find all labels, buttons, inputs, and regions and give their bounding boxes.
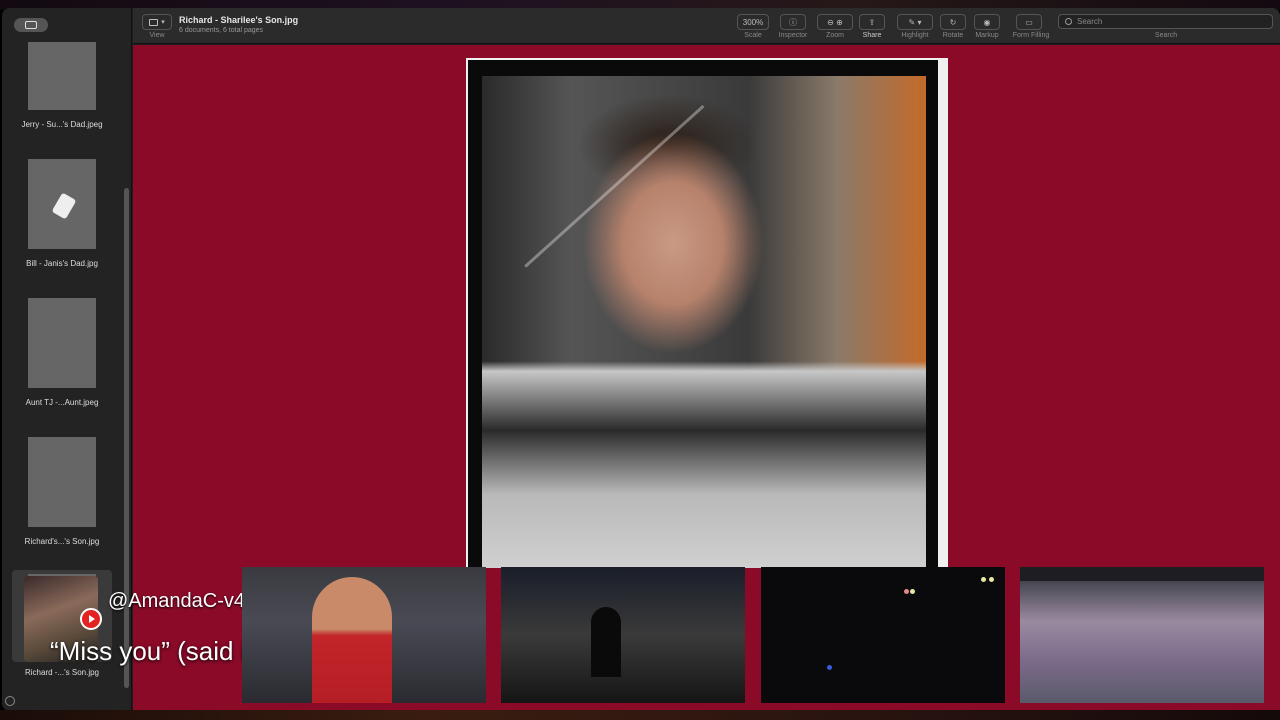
thumbnail-label: Richard's...'s Son.jpg [24, 537, 100, 546]
markup-icon: ◉ [983, 17, 991, 27]
form-filling-label: Form Filling [1012, 32, 1050, 39]
youtube-icon [80, 608, 102, 630]
markup-button[interactable]: ◉ [974, 14, 1000, 30]
sidebar-scrollbar[interactable] [124, 188, 129, 688]
chevron-down-icon: ▾ [161, 19, 165, 26]
stream-handle: @AmandaC-v4k [108, 590, 256, 612]
screen-share-toolbar [1020, 567, 1264, 581]
inspector-label: Inspector [778, 32, 808, 39]
thumbnail-label: Jerry - Su...'s Dad.jpeg [21, 120, 103, 129]
chevron-down-icon: ▾ [917, 17, 922, 27]
highlight-button[interactable]: ✎ ▾ [897, 14, 933, 30]
thumbnail-label: Aunt TJ -...Aunt.jpeg [25, 398, 99, 407]
zoom-label: Zoom [826, 32, 844, 39]
thumbnail-image [28, 298, 96, 388]
webcam-feed-3 [761, 567, 1005, 703]
light-dot [989, 577, 994, 582]
pen-icon: ✎ [908, 17, 916, 27]
thumbnail-label: Richard -...'s Son.jpg [24, 668, 99, 677]
rotate-button[interactable]: ↻ [940, 14, 966, 30]
search-label: Search [1154, 32, 1178, 39]
zoom-out-icon[interactable]: ⊖ [827, 18, 834, 27]
document-subtitle: 6 documents, 6 total pages [179, 27, 264, 34]
light-dot [827, 665, 832, 670]
desktop-bottom-strip [0, 710, 1280, 720]
search-field[interactable] [1058, 14, 1273, 29]
light-dot [910, 589, 915, 594]
view-label: View [149, 32, 165, 39]
form-filling-button[interactable]: ▭ [1016, 14, 1042, 30]
thumbnail-bill[interactable]: Bill - Janis's Dad.jpg [12, 159, 112, 268]
webcam-feed-2 [501, 567, 745, 703]
search-icon [1065, 18, 1072, 25]
thumbnail-image [28, 437, 96, 527]
inspector-button[interactable]: ⓘ [780, 14, 806, 30]
glass-glare [524, 104, 705, 268]
document-image [466, 58, 948, 568]
streamer-figure [312, 577, 392, 703]
scale-button[interactable]: 300% [737, 14, 769, 30]
thumbnail-jerry[interactable]: Jerry - Su...'s Dad.jpeg [12, 42, 112, 129]
thumbnail-image [28, 159, 96, 249]
rotate-icon: ↻ [949, 17, 957, 27]
sidebar-view-icon [149, 18, 159, 26]
scale-label: Scale [744, 32, 762, 39]
highlight-label: Highlight [901, 32, 929, 39]
form-icon: ▭ [1025, 17, 1033, 27]
zoom-buttons[interactable]: ⊖ ⊕ [817, 14, 853, 30]
share-button[interactable]: ⇪ [859, 14, 885, 30]
zoom-in-icon[interactable]: ⊕ [836, 18, 843, 27]
webcam-feed-1 [242, 567, 486, 703]
picture-frame [468, 60, 938, 568]
sidebar-icon [25, 21, 37, 29]
thumbnail-richards-son[interactable]: Richard's...'s Son.jpg [12, 437, 112, 546]
thumbnail-label: Bill - Janis's Dad.jpg [26, 259, 98, 268]
light-dot [904, 589, 909, 594]
screen-share-feed [1020, 567, 1264, 703]
info-icon: ⓘ [789, 17, 797, 27]
thumbnail-image [28, 42, 96, 110]
document-title: Richard - Sharilee's Son.jpg [179, 15, 299, 25]
view-button[interactable]: ▾ [142, 14, 172, 30]
search-input[interactable] [1077, 17, 1257, 26]
share-label: Share [862, 32, 882, 39]
toolbar: ▾ View Richard - Sharilee's Son.jpg 6 do… [133, 8, 1280, 44]
sidebar-add-icon[interactable] [5, 696, 15, 706]
portrait-photo [482, 76, 926, 568]
share-icon: ⇪ [868, 17, 876, 27]
person-silhouette [591, 607, 621, 677]
markup-label: Markup [975, 32, 999, 39]
sidebar-toggle-button[interactable] [14, 18, 48, 32]
thumbnail-aunt-tj[interactable]: Aunt TJ -...Aunt.jpeg [12, 298, 112, 407]
light-dot [981, 577, 986, 582]
